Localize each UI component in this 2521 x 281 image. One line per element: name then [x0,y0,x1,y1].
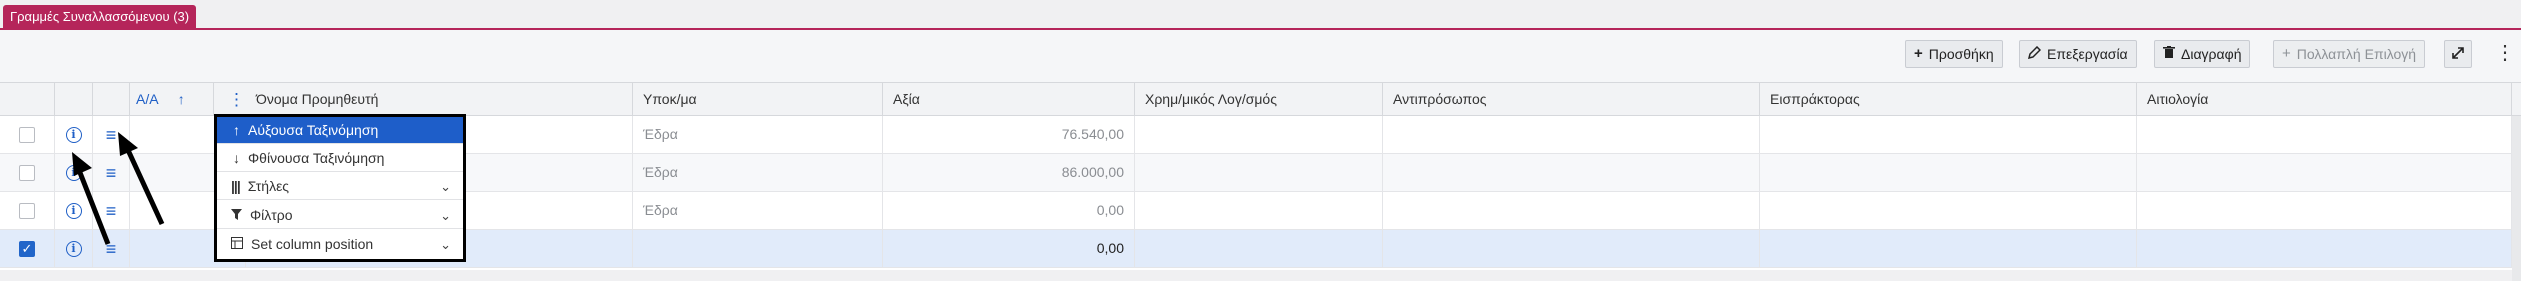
menu-item-set-position[interactable]: Set column position ⌄ [217,231,463,258]
add-button-label: Προσθήκη [1928,46,1994,62]
cell-account [1135,192,1383,229]
menu-item-label: Set column position [251,236,374,252]
tab-lines[interactable]: Γραμμές Συναλλασσόμενου (3) [3,5,197,28]
more-options-icon[interactable]: ⋮ [2495,42,2515,66]
cell-collector [1760,230,2137,267]
arrow-down-icon: ↓ [233,149,240,166]
menu-item-label: Φίλτρο [250,206,293,223]
table-icon [231,231,243,258]
header-supplier[interactable]: Όνομα Προμηθευτή [246,83,633,116]
column-context-menu: ↑ Αύξουσα Ταξινόμηση ↓ Φθίνουσα Ταξινόμη… [214,114,466,262]
header-info-col [55,83,93,116]
cell-account [1135,116,1383,153]
header-aa[interactable]: Α/Α ↑ [130,83,214,116]
cell-account [1135,154,1383,191]
header-branch[interactable]: Υποκ/μα [633,83,883,116]
cell-reason [2137,154,2512,191]
menu-item-label: Στήλες [247,177,290,194]
delete-button-label: Διαγραφή [2181,46,2242,62]
row-checkbox[interactable] [19,164,35,181]
menu-item-label: Φθίνουσα Ταξινόμηση [248,149,385,166]
menu-item-filter[interactable]: Φίλτρο ⌄ [217,202,463,229]
columns-icon: ||| [231,177,241,194]
cell-representative [1383,192,1760,229]
vertical-scrollbar[interactable] [2512,116,2521,281]
header-menu-col [93,83,130,116]
row-checkbox[interactable] [19,126,35,143]
cell-collector [1760,154,2137,191]
expand-icon [2452,41,2464,67]
menu-item-sort-descending[interactable]: ↓ Φθίνουσα Ταξινόμηση [217,145,463,172]
plus-icon: + [1914,45,1923,62]
cell-collector [1760,192,2137,229]
cell-branch [633,230,883,267]
toolbar [0,30,2521,82]
edit-button-label: Επεξεργασία [2047,46,2128,62]
cell-reason [2137,192,2512,229]
cell-branch: Έδρα [633,192,883,229]
cell-value: 0,00 [883,230,1135,267]
multi-select-button-label: Πολλαπλή Επιλογή [2296,46,2417,62]
cell-account [1135,230,1383,267]
grid-header: Α/Α ↑ ⋮ Όνομα Προμηθευτή Υποκ/μα Αξία Χρ… [0,82,2521,116]
edit-button[interactable]: Επεξεργασία [2019,40,2137,68]
cell-representative [1383,116,1760,153]
header-aa-label: Α/Α [136,91,158,107]
expand-button[interactable] [2444,40,2472,68]
info-icon[interactable]: i [65,126,82,143]
row-checkbox[interactable]: ✓ [19,240,35,257]
sort-up-icon: ↑ [177,91,185,107]
delete-button[interactable]: Διαγραφή [2154,40,2251,68]
cell-branch: Έδρα [633,116,883,153]
pencil-icon [2027,41,2042,67]
chevron-down-icon: ⌄ [440,237,451,252]
header-collector[interactable]: Εισπράκτορας [1760,83,2137,116]
cell-collector [1760,116,2137,153]
header-value[interactable]: Αξία [883,83,1135,116]
column-menu-icon[interactable]: ⋮ [228,83,245,116]
cell-representative [1383,154,1760,191]
multi-select-button[interactable]: + Πολλαπλή Επιλογή [2273,40,2426,68]
cell-branch: Έδρα [633,154,883,191]
cell-reason [2137,230,2512,267]
chevron-down-icon: ⌄ [440,179,451,194]
trash-icon [2163,41,2175,67]
header-representative[interactable]: Αντιπρόσωπος [1383,83,1760,116]
header-checkbox-col [0,83,55,116]
menu-item-sort-ascending[interactable]: ↑ Αύξουσα Ταξινόμηση [217,117,463,144]
cell-value: 76.540,00 [883,116,1135,153]
annotation-arrow-icon [118,132,165,226]
menu-item-columns[interactable]: ||| Στήλες ⌄ [217,173,463,200]
chevron-down-icon: ⌄ [440,208,451,223]
horizontal-scrollbar[interactable] [0,270,2512,281]
cell-value: 86.000,00 [883,154,1135,191]
menu-item-label: Αύξουσα Ταξινόμηση [248,121,379,138]
top-bar [0,0,2521,28]
header-reason[interactable]: Αιτιολογία [2137,83,2512,116]
header-account[interactable]: Χρημ/μικός Λογ/σμός [1135,83,1383,116]
row-checkbox[interactable] [19,202,35,219]
filter-icon [231,202,242,229]
arrow-up-icon: ↑ [233,121,240,138]
plus-icon: + [2282,45,2291,62]
cell-value: 0,00 [883,192,1135,229]
add-button[interactable]: + Προσθήκη [1905,40,2003,68]
cell-representative [1383,230,1760,267]
cell-reason [2137,116,2512,153]
